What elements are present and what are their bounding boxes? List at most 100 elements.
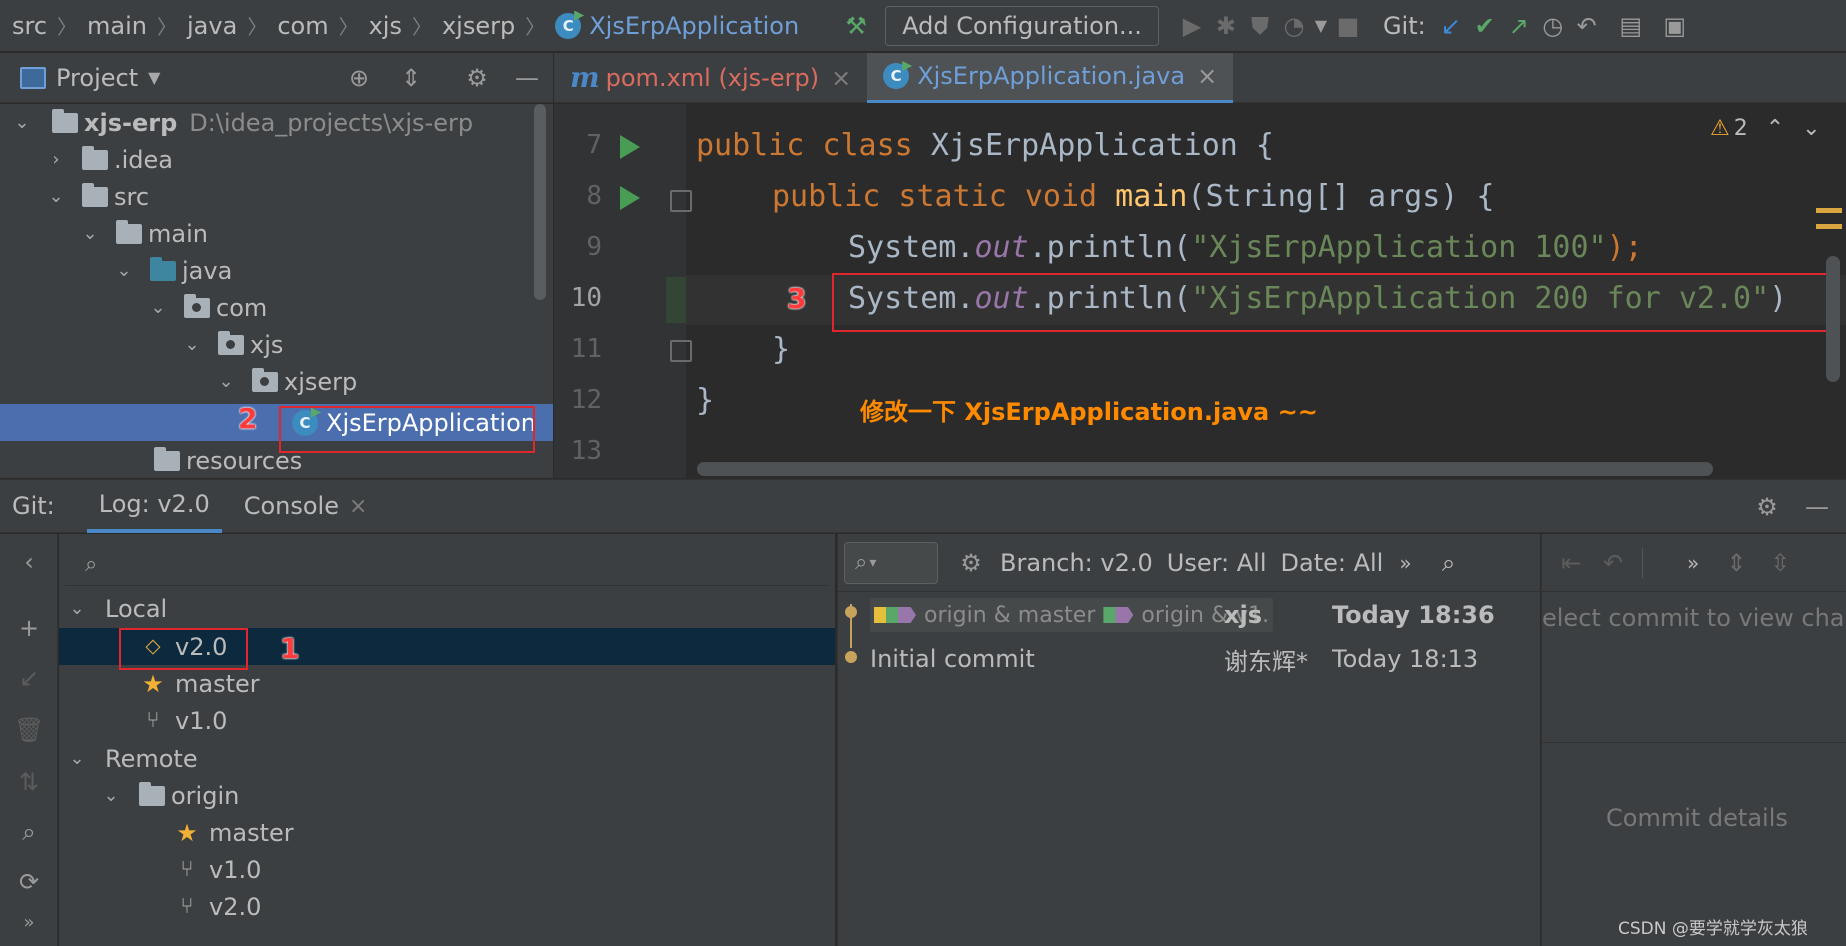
commit-row[interactable]: origin & master origin & v1. xjs Today 1… xyxy=(870,596,1541,634)
tab-xjserpapplication-java[interactable]: C XjsErpApplication.java × xyxy=(867,52,1234,103)
run-window-icon[interactable]: ▣ xyxy=(1658,9,1692,43)
chevron-down-icon[interactable]: ⌄ xyxy=(46,186,66,207)
fold-icon[interactable] xyxy=(670,340,692,362)
profile-icon[interactable]: ◔ xyxy=(1277,9,1311,43)
chevron-down-icon[interactable]: ⌄ xyxy=(1802,116,1820,141)
minimize-icon[interactable]: — xyxy=(510,61,544,95)
run-gutter-icon[interactable] xyxy=(620,186,640,210)
tree-item-main[interactable]: ⌄ main xyxy=(0,215,553,252)
date-filter[interactable]: Date: All xyxy=(1281,549,1384,577)
branch-group-remote[interactable]: ⌄ Remote xyxy=(59,740,835,777)
remote-branch-v1-0[interactable]: ⑂ v1.0 xyxy=(59,851,835,888)
tree-scrollbar[interactable] xyxy=(534,104,546,300)
git-push-icon[interactable]: ↗ xyxy=(1502,9,1536,43)
search-icon[interactable]: ⌕ xyxy=(1432,546,1466,580)
breadcrumb-xjserp[interactable]: xjserp xyxy=(442,12,515,40)
branch-item-master[interactable]: ★ master xyxy=(59,665,835,702)
expand-all-icon[interactable]: ⇕ xyxy=(1719,546,1753,580)
stop-icon[interactable]: ■ xyxy=(1331,9,1365,43)
chevron-down-icon[interactable]: ⌄ xyxy=(114,260,134,281)
close-icon[interactable]: × xyxy=(349,494,367,519)
chevron-down-icon[interactable]: ⌄ xyxy=(67,748,87,769)
tree-item-idea[interactable]: › .idea xyxy=(0,141,553,178)
compare-icon[interactable]: ⇅ xyxy=(14,768,44,798)
delete-icon[interactable]: 🗑 xyxy=(14,716,44,746)
history-icon[interactable]: ◷ xyxy=(1536,9,1570,43)
add-icon[interactable]: + xyxy=(14,614,44,644)
git-commit-icon[interactable]: ✔ xyxy=(1468,9,1502,43)
collapse-all-icon[interactable]: ⇕ xyxy=(394,61,428,95)
revert-icon[interactable]: ↶ xyxy=(1596,546,1630,580)
close-icon[interactable]: × xyxy=(831,64,851,92)
build-hammer-icon[interactable]: ⚒ xyxy=(839,9,873,43)
close-icon[interactable]: × xyxy=(1197,62,1217,90)
gear-icon[interactable]: ⚙ xyxy=(460,61,494,95)
branch-filter[interactable]: Branch: v2.0 xyxy=(1000,549,1153,577)
tree-item-xjs-erp[interactable]: ⌄ xjs-erp D:\idea_projects\xjs-erp xyxy=(0,104,553,141)
tree-item-xjs[interactable]: ⌄ xjs xyxy=(0,326,553,363)
tab-console[interactable]: Console × xyxy=(244,492,368,520)
branch-group-origin[interactable]: ⌄ origin xyxy=(59,777,835,814)
project-panel-title[interactable]: Project xyxy=(56,64,138,92)
editor-vertical-scrollbar[interactable] xyxy=(1826,256,1840,382)
more-icon[interactable]: » xyxy=(1399,551,1411,575)
inspection-widget[interactable]: ⚠ 2 ⌃ ⌄ xyxy=(1710,116,1821,141)
breadcrumb-java[interactable]: java xyxy=(187,12,237,40)
chevron-left-icon[interactable]: ‹ xyxy=(14,548,44,578)
breadcrumb-src[interactable]: src xyxy=(12,12,47,40)
chevron-down-icon[interactable]: ▼ xyxy=(1311,9,1331,43)
error-stripe-marker[interactable] xyxy=(1816,224,1842,229)
error-stripe-marker[interactable] xyxy=(1816,208,1842,213)
tab-log[interactable]: Log: v2.0 xyxy=(86,480,222,533)
chevron-up-icon[interactable]: ⌃ xyxy=(1766,116,1784,141)
chevron-down-icon[interactable]: ▼ xyxy=(148,68,160,87)
remote-branch-v2-0[interactable]: ⑂ v2.0 xyxy=(59,888,835,925)
tree-item-xjserp[interactable]: ⌄ xjserp xyxy=(0,363,553,400)
user-filter[interactable]: User: All xyxy=(1167,549,1267,577)
chevron-down-icon[interactable]: ⌄ xyxy=(148,297,168,318)
fold-icon[interactable] xyxy=(670,190,692,212)
tree-item-src[interactable]: ⌄ src xyxy=(0,178,553,215)
cherry-pick-icon[interactable]: ⇤ xyxy=(1554,546,1588,580)
add-configuration-button[interactable]: Add Configuration... xyxy=(885,5,1159,46)
rollback-icon[interactable]: ↶ xyxy=(1570,9,1604,43)
chevron-down-icon[interactable]: ⌄ xyxy=(67,598,87,619)
minimize-icon[interactable]: — xyxy=(1800,490,1834,524)
branch-item-v1-0[interactable]: ⑂ v1.0 xyxy=(59,702,835,739)
chevron-down-icon[interactable]: ⌄ xyxy=(182,334,202,355)
tree-item-com[interactable]: ⌄ com xyxy=(0,289,553,326)
chevron-down-icon[interactable]: ⌄ xyxy=(101,785,121,806)
breadcrumb-com[interactable]: com xyxy=(277,12,328,40)
coverage-icon[interactable]: ⛊ xyxy=(1243,9,1277,43)
branch-group-local[interactable]: ⌄ Local xyxy=(59,590,835,627)
run-icon[interactable]: ▶ xyxy=(1175,9,1209,43)
chevron-down-icon[interactable]: ⌄ xyxy=(12,112,32,133)
gear-icon[interactable]: ⚙ xyxy=(954,546,988,580)
search-icon[interactable]: ⌕ xyxy=(14,818,44,848)
git-update-icon[interactable]: ↙ xyxy=(1434,9,1468,43)
breadcrumb-current-class[interactable]: XjsErpApplication xyxy=(589,12,799,40)
run-gutter-icon[interactable] xyxy=(620,135,640,159)
remote-branch-master[interactable]: ★ master xyxy=(59,814,835,851)
breadcrumb-main[interactable]: main xyxy=(87,12,147,40)
editor-horizontal-scrollbar[interactable] xyxy=(697,462,1713,476)
debug-icon[interactable]: ✱ xyxy=(1209,9,1243,43)
log-search-input[interactable]: ⌕ ▾ xyxy=(844,541,938,584)
gear-icon[interactable]: ⚙ xyxy=(1750,490,1784,524)
tree-item-java[interactable]: ⌄ java xyxy=(0,252,553,289)
checkout-icon[interactable]: ↙ xyxy=(14,664,44,694)
chevron-right-icon[interactable]: › xyxy=(46,149,66,170)
refresh-icon[interactable]: ⟳ xyxy=(14,868,44,898)
more-icon[interactable]: » xyxy=(1687,551,1699,575)
breadcrumb-xjs[interactable]: xjs xyxy=(369,12,402,40)
chevron-down-icon[interactable]: ⌄ xyxy=(80,223,100,244)
commit-row[interactable]: Initial commit 谢东辉* Today 18:13 xyxy=(870,640,1541,678)
chevron-down-icon[interactable]: ⌄ xyxy=(216,371,236,392)
branches-search-input[interactable]: ⌕ xyxy=(65,544,829,586)
more-icon[interactable]: » xyxy=(14,912,44,942)
editor-tabs: m pom.xml (xjs-erp) × C XjsErpApplicatio… xyxy=(554,52,1846,103)
locate-icon[interactable]: ⊕ xyxy=(342,61,376,95)
project-structure-icon[interactable]: ▤ xyxy=(1614,9,1648,43)
tab-pom-xml[interactable]: m pom.xml (xjs-erp) × xyxy=(554,53,867,103)
collapse-all-icon[interactable]: ⇳ xyxy=(1763,546,1797,580)
